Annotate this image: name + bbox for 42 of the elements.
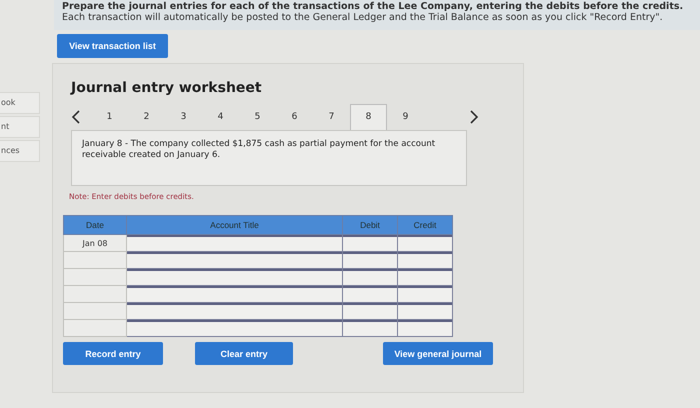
step-tab[interactable]: 2 bbox=[128, 112, 165, 130]
credit-input[interactable] bbox=[398, 269, 452, 285]
debit-input[interactable] bbox=[343, 269, 397, 285]
credit-input[interactable] bbox=[398, 320, 452, 336]
instructions-text: Prepare the journal entries for each of the transactions of the Lee Company, entering the debits before the credits. Each transaction will automatically be posted to the General Ledger and the Trial Balance as soon as you click "Record Entry". bbox=[62, 1, 684, 23]
account-title-input[interactable] bbox=[127, 303, 342, 319]
debit-input[interactable] bbox=[343, 320, 397, 336]
step-tab[interactable]: 8 bbox=[350, 104, 387, 130]
action-button[interactable]: Record entry bbox=[63, 342, 163, 365]
credit-input[interactable] bbox=[398, 235, 452, 251]
step-tab[interactable]: 4 bbox=[202, 112, 239, 130]
step-tab[interactable]: 9 bbox=[387, 112, 424, 130]
sidebar-item[interactable]: nt bbox=[0, 116, 40, 138]
debit-input[interactable] bbox=[343, 303, 397, 319]
account-title-input[interactable] bbox=[127, 320, 342, 336]
account-title-input[interactable] bbox=[127, 269, 342, 285]
action-button[interactable]: Clear entry bbox=[195, 342, 293, 365]
account-title-input[interactable] bbox=[127, 252, 342, 268]
account-title-input[interactable] bbox=[127, 286, 342, 302]
step-tab[interactable]: 5 bbox=[239, 112, 276, 130]
column-header: Credit bbox=[398, 216, 452, 234]
debit-input[interactable] bbox=[343, 286, 397, 302]
column-header: Account Title bbox=[126, 216, 342, 234]
step-tab[interactable]: 7 bbox=[313, 112, 350, 130]
credit-input[interactable] bbox=[398, 252, 452, 268]
date-cell: Jan 08 bbox=[64, 234, 126, 252]
view-transaction-list-button[interactable]: View transaction list bbox=[57, 34, 168, 58]
action-button[interactable]: View general journal bbox=[383, 342, 493, 365]
worksheet-title: Journal entry worksheet bbox=[71, 80, 263, 96]
debit-input[interactable] bbox=[343, 252, 397, 268]
credit-input[interactable] bbox=[398, 303, 452, 319]
step-tab[interactable]: 6 bbox=[276, 112, 313, 130]
account-title-input[interactable] bbox=[127, 235, 342, 251]
column-header: Debit bbox=[342, 216, 398, 234]
credit-input[interactable] bbox=[398, 286, 452, 302]
sidebar-item[interactable]: ook bbox=[0, 92, 40, 114]
transaction-description: January 8 - The company collected $1,875 cash as partial payment for the account receivable created on January 6. bbox=[82, 139, 436, 161]
step-tab[interactable]: 3 bbox=[165, 112, 202, 130]
column-header: Date bbox=[64, 216, 126, 234]
debit-input[interactable] bbox=[343, 235, 397, 251]
sidebar-item[interactable]: nces bbox=[0, 140, 40, 162]
step-tab[interactable]: 1 bbox=[91, 112, 128, 130]
